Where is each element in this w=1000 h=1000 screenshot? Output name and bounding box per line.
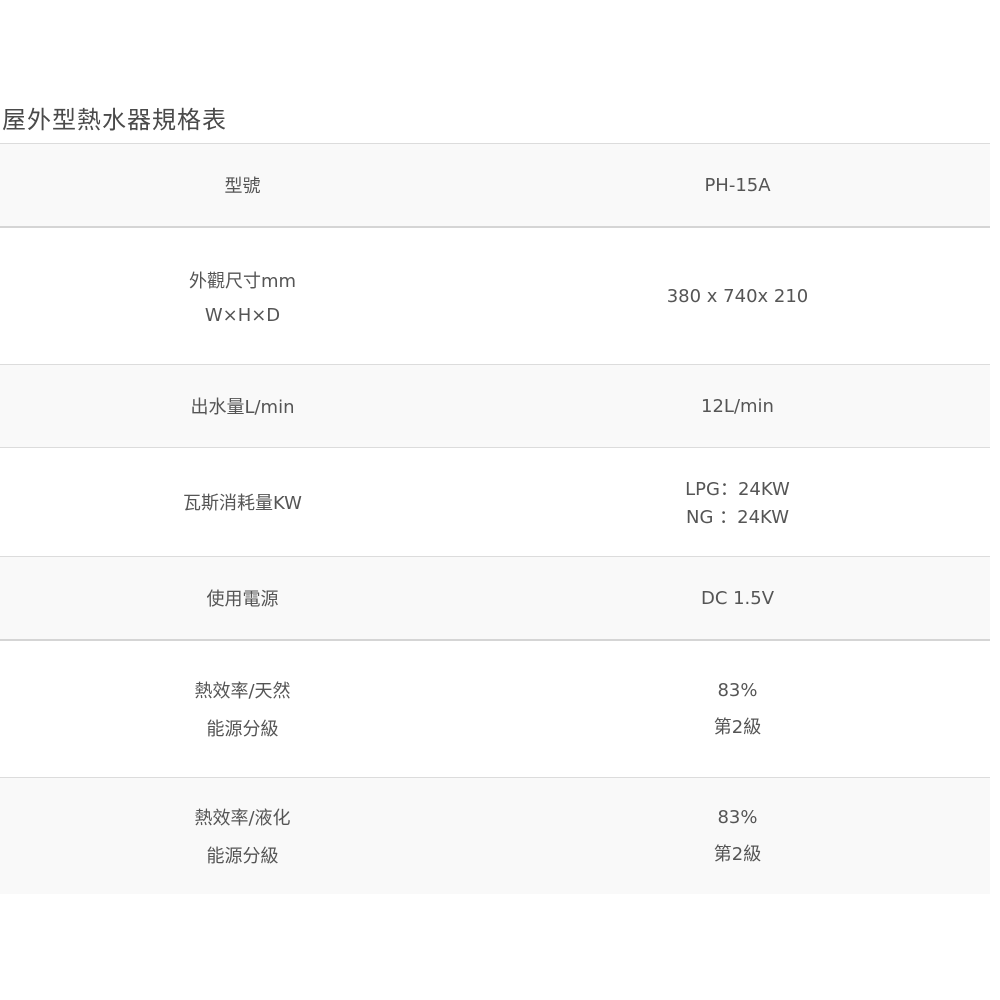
table-row-gas-consumption: 瓦斯消耗量KW LPG：24KW NG ：24KW (0, 447, 990, 556)
row-label: 熱效率/天然 能源分級 (194, 681, 291, 740)
spec-page: 屋外型熱水器規格表 型號 PH-15A 外觀尺寸mm W×H×D 380 x 7… (0, 0, 1000, 1000)
row-label: 出水量L/min (190, 397, 295, 418)
table-row-efficiency-natural: 熱效率/天然 能源分級 83% 第2級 (0, 639, 990, 777)
spec-table: 型號 PH-15A 外觀尺寸mm W×H×D 380 x 740x 210 出水… (0, 143, 990, 894)
row-value: DC 1.5V (700, 587, 775, 609)
table-row-dimensions: 外觀尺寸mm W×H×D 380 x 740x 210 (0, 226, 990, 364)
table-row-model: 型號 PH-15A (0, 143, 990, 226)
row-label: 使用電源 (206, 589, 279, 610)
row-value: 380 x 740x 210 (666, 285, 809, 307)
row-value: 83% 第2級 (713, 806, 762, 865)
row-value: 83% 第2級 (713, 679, 762, 738)
row-value: LPG：24KW NG ：24KW (685, 479, 790, 528)
row-label: 型號 (224, 176, 261, 197)
table-row-efficiency-lpg: 熱效率/液化 能源分級 83% 第2級 (0, 777, 990, 894)
row-label: 瓦斯消耗量KW (183, 493, 302, 514)
row-value: 12L/min (701, 395, 774, 417)
row-value: PH-15A (704, 174, 771, 196)
row-label: 外觀尺寸mm W×H×D (188, 270, 297, 326)
table-row-power: 使用電源 DC 1.5V (0, 556, 990, 639)
page-title: 屋外型熱水器規格表 (2, 106, 227, 134)
table-row-flow: 出水量L/min 12L/min (0, 364, 990, 447)
row-label: 熱效率/液化 能源分級 (194, 808, 291, 867)
